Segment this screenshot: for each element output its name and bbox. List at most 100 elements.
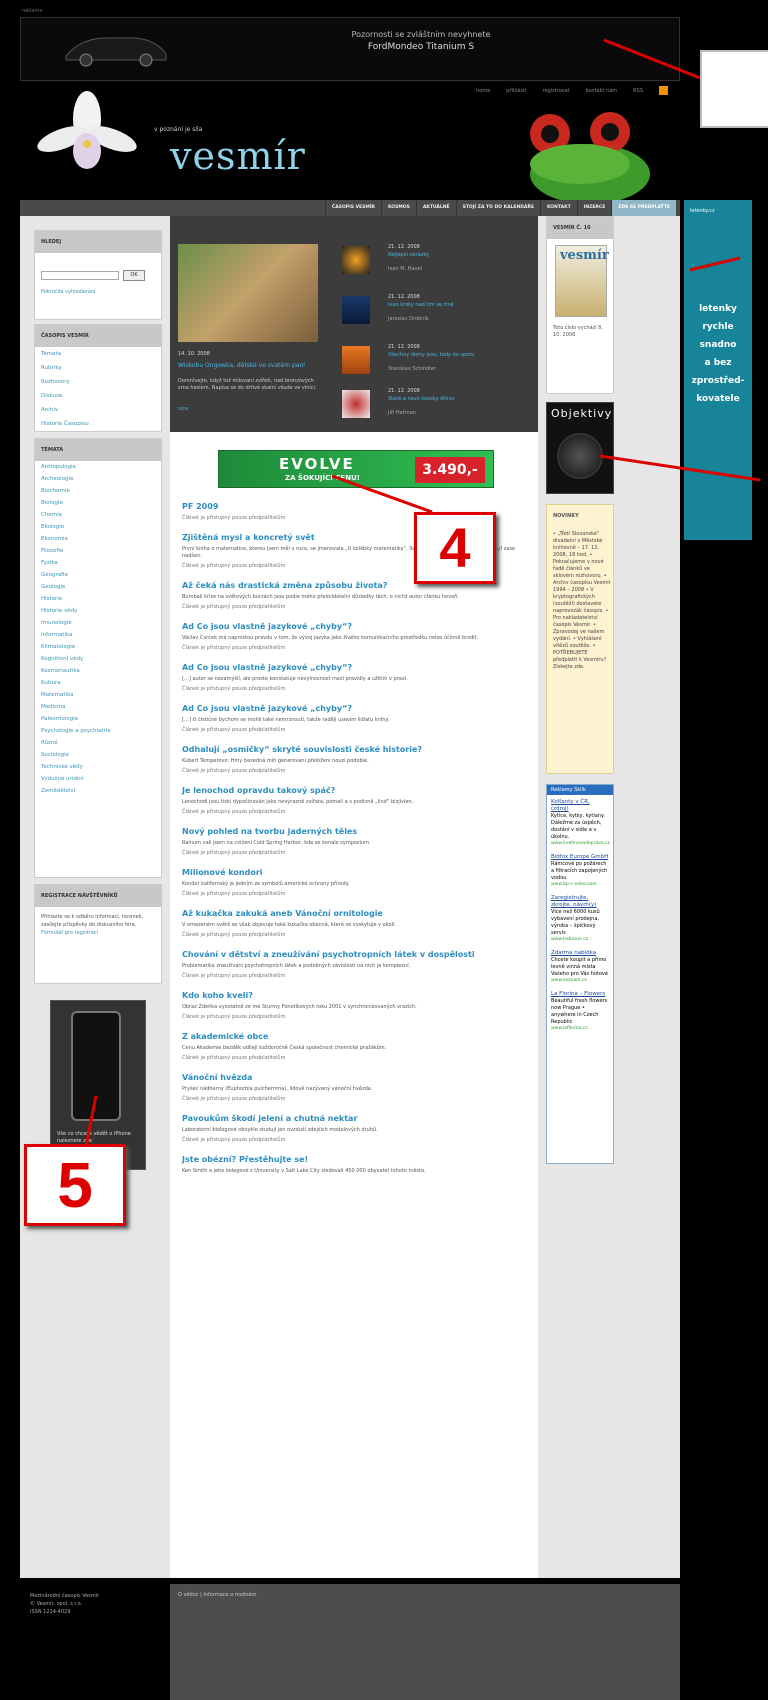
featured-item-title[interactable]: Ivan kroky nad tím ve tmě bbox=[388, 302, 528, 308]
sklik-ad-description: Chcete koupit a přímo levně vinná místa … bbox=[551, 957, 608, 977]
sklik-ad-item[interactable]: La Florina – Flowers Beautiful fresh flow… bbox=[547, 987, 613, 1035]
sidebar-item-temata[interactable]: Témata bbox=[35, 347, 161, 361]
topic-item[interactable]: Sociologie bbox=[35, 749, 161, 761]
rss-icon[interactable] bbox=[659, 86, 668, 95]
link-login[interactable]: přihlásit bbox=[506, 88, 526, 94]
topic-item[interactable]: Klimatologie bbox=[35, 641, 161, 653]
topic-item[interactable]: Informatika bbox=[35, 629, 161, 641]
sklik-ad-title[interactable]: Kolťanty v ČR, (zdroj) bbox=[551, 799, 609, 813]
article-title[interactable]: Ad Co jsou vlastně jazykové „chyby“? bbox=[182, 663, 532, 672]
footer-links[interactable]: O vědoc | Informace o možném bbox=[178, 1592, 257, 1598]
topic-item[interactable]: Ekonomie bbox=[35, 533, 161, 545]
topic-item[interactable]: Zemědělství bbox=[35, 785, 161, 797]
topic-item[interactable]: Fyzika bbox=[35, 557, 161, 569]
letenky-ad[interactable]: letenky.cz letenky rychle snadno a bez z… bbox=[684, 200, 752, 540]
site-logo[interactable]: vesmír bbox=[170, 134, 306, 178]
featured-item-author: Jaroslav Drobník bbox=[388, 316, 429, 322]
top-ad-banner[interactable]: Pozornosti se zvláštním nevyhnete FordMo… bbox=[20, 17, 680, 81]
topic-item[interactable]: Kognitivní vědy bbox=[35, 653, 161, 665]
topic-item[interactable]: Paleontologie bbox=[35, 713, 161, 725]
nav-kalendar[interactable]: STOJÍ ZA TO DO KALENDÁŘE bbox=[455, 200, 540, 216]
sidebar-item-archiv[interactable]: Archiv bbox=[35, 403, 161, 417]
sidebar-item-historie[interactable]: Historie Časopisu bbox=[35, 417, 161, 431]
topic-item[interactable]: Psychologie a psychiatrie bbox=[35, 725, 161, 737]
topic-item[interactable]: Medicína bbox=[35, 701, 161, 713]
topic-item[interactable]: Geologie bbox=[35, 581, 161, 593]
topic-item[interactable]: Chemie bbox=[35, 509, 161, 521]
topic-item[interactable]: Různé bbox=[35, 737, 161, 749]
article-title[interactable]: Chování v dětství a zneužívání psychotro… bbox=[182, 950, 532, 959]
article-title[interactable]: Nový pohled na tvorbu jaderných těles bbox=[182, 827, 532, 836]
sklik-ad-title[interactable]: Zdarma nabídka bbox=[551, 950, 609, 957]
topic-item[interactable]: Kosmonautika bbox=[35, 665, 161, 677]
article-perex: Kubert Temperovo: Hmy bezedná míň genero… bbox=[182, 758, 369, 764]
topic-item[interactable]: Matematika bbox=[35, 689, 161, 701]
thumbnail-image bbox=[342, 346, 370, 374]
article-title[interactable]: Až kukačka zakuká aneb Vánoční ornitolog… bbox=[182, 909, 532, 918]
featured-item[interactable]: 21. 12. 2008 Ivan kroky nad tím ve tmě J… bbox=[342, 294, 532, 334]
article-title[interactable]: Odhalují „osmičky“ skryté souvislosti če… bbox=[182, 745, 532, 754]
nav-kontakt[interactable]: KONTAKT bbox=[540, 200, 577, 216]
link-contact[interactable]: kontakt nám bbox=[586, 88, 618, 94]
article-title[interactable]: Milionové kondori bbox=[182, 868, 532, 877]
nav-casopis[interactable]: ČASOPIS VESMÍR bbox=[324, 200, 381, 216]
article-item: Nový pohled na tvorbu jaderných těles Rai… bbox=[182, 827, 532, 856]
topic-item[interactable]: Kultura bbox=[35, 677, 161, 689]
topic-item[interactable]: Biologie bbox=[35, 497, 161, 509]
sidebar-item-diskuse[interactable]: Diskuse bbox=[35, 389, 161, 403]
article-title[interactable]: PF 2009 bbox=[182, 502, 532, 511]
nav-aktualne[interactable]: AKTUÁLNĚ bbox=[415, 200, 456, 216]
topic-item[interactable]: Historie bbox=[35, 593, 161, 605]
current-issue-heading: VESMÍR Č. 10 bbox=[547, 217, 613, 239]
featured-item[interactable]: 21. 12. 2008 Staré a nové kousky dřevo J… bbox=[342, 388, 532, 428]
article-title[interactable]: Z akademické obce bbox=[182, 1032, 532, 1041]
article-title[interactable]: Vánoční hvězda bbox=[182, 1073, 532, 1082]
search-button[interactable]: OK bbox=[123, 270, 145, 281]
lens-ad[interactable]: Objektivy bbox=[546, 402, 614, 494]
topic-item[interactable]: Historie vědy bbox=[35, 605, 161, 617]
article-title[interactable]: Jste obézní? Přestěhujte se! bbox=[182, 1155, 532, 1164]
featured-item[interactable]: 21. 12. 2008 Nejlepší obrázky Ivan M. Ha… bbox=[342, 244, 532, 284]
article-title[interactable]: Je lenochod opravdu takový spáč? bbox=[182, 786, 532, 795]
featured-item-title[interactable]: Staré a nové kousky dřevo bbox=[388, 396, 528, 402]
sklik-ad-title[interactable]: Zaregistrujte, zkrojte, návrh(y) bbox=[551, 895, 609, 909]
topic-item[interactable]: Ekologie bbox=[35, 521, 161, 533]
sidebar-item-rozhovory[interactable]: Rozhovory bbox=[35, 375, 161, 389]
topic-item[interactable]: Archeologie bbox=[35, 473, 161, 485]
registration-link[interactable]: Formulář pro registraci bbox=[41, 930, 98, 936]
topic-item[interactable]: Filosofie bbox=[35, 545, 161, 557]
advanced-search-link[interactable]: Pokročilé vyhledávání bbox=[41, 289, 95, 295]
nav-predplatne[interactable]: ZDE SE PŘEDPLAŤTE bbox=[611, 200, 676, 216]
search-input[interactable] bbox=[41, 271, 119, 280]
sklik-ad-item[interactable]: Kolťanty v ČR, (zdroj) Kytice, kytky, kyt… bbox=[547, 795, 613, 850]
link-home[interactable]: home bbox=[476, 88, 490, 94]
topic-item[interactable]: Vzdušné umění bbox=[35, 773, 161, 785]
evolve-ad-banner[interactable]: EVOLVE ZA ŠOKUJÍCÍ CENU! 3.490,- bbox=[218, 450, 494, 488]
sklik-ad-item[interactable]: Zaregistrujte, zkrojte, návrh(y) Více než… bbox=[547, 891, 613, 946]
sidebar-item-rubriky[interactable]: Rubriky bbox=[35, 361, 161, 375]
sklik-ad-item[interactable]: Bidfox Europe GmbH Rámcové po požárech a … bbox=[547, 850, 613, 891]
featured-image[interactable] bbox=[178, 244, 318, 342]
featured-item-title[interactable]: Všechny domy jsou, tedy do sporu bbox=[388, 352, 528, 358]
link-rss[interactable]: RSS bbox=[633, 88, 643, 94]
featured-item-title[interactable]: Nejlepší obrázky bbox=[388, 252, 528, 258]
featured-item[interactable]: 21. 12. 2008 Všechny domy jsou, tedy do … bbox=[342, 344, 532, 384]
article-title[interactable]: Pavoukům škodí jelení a chutná nektar bbox=[182, 1114, 532, 1123]
topic-item[interactable]: Geografie bbox=[35, 569, 161, 581]
topic-item[interactable]: Biochemie bbox=[35, 485, 161, 497]
issue-cover-image[interactable]: vesmír bbox=[555, 245, 609, 317]
article-title[interactable]: Kdo koho kveli? bbox=[182, 991, 532, 1000]
topic-item[interactable]: Imunologie bbox=[35, 617, 161, 629]
link-register[interactable]: registrovat bbox=[543, 88, 570, 94]
sklik-ad-item[interactable]: Zdarma nabídka Chcete koupit a přímo levn… bbox=[547, 946, 613, 987]
sklik-ad-title[interactable]: Bidfox Europe GmbH bbox=[551, 854, 609, 861]
sklik-ad-title[interactable]: La Florina – Flowers bbox=[551, 991, 609, 998]
article-title[interactable]: Ad Co jsou vlastně jazykové „chyby“? bbox=[182, 622, 532, 631]
featured-title[interactable]: Wiskobu Ongowka, dětské ve svatém paní bbox=[178, 362, 318, 369]
nav-inzerce[interactable]: INZERCE bbox=[576, 200, 612, 216]
featured-more-link[interactable]: více bbox=[178, 406, 188, 412]
topic-item[interactable]: Technické vědy bbox=[35, 761, 161, 773]
article-title[interactable]: Ad Co jsou vlastně jazykové „chyby“? bbox=[182, 704, 532, 713]
nav-kosmos[interactable]: KOSMOS bbox=[380, 200, 416, 216]
topic-item[interactable]: Antropologie bbox=[35, 461, 161, 473]
